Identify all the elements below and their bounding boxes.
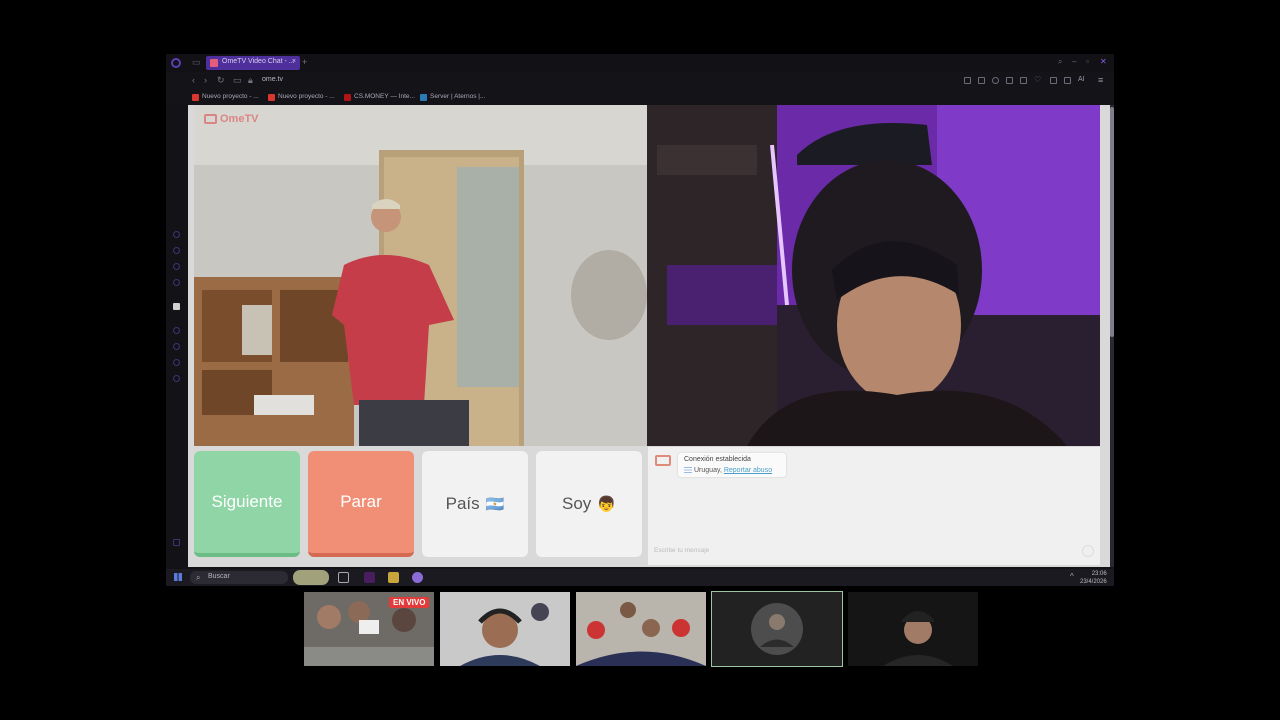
sidebar-twitch-icon[interactable] xyxy=(173,303,180,310)
url-field[interactable]: ome.tv xyxy=(262,76,283,83)
gender-button[interactable]: Soy 👦 xyxy=(536,451,642,557)
downloads-icon[interactable] xyxy=(1064,77,1071,84)
new-tab-icon[interactable]: + xyxy=(302,57,307,67)
heart-icon[interactable]: ♡ xyxy=(1034,75,1041,84)
tab-title: OmeTV Video Chat - ... xyxy=(222,58,295,65)
chat-input[interactable]: Escribe tu mensaje xyxy=(654,547,709,554)
menu-icon[interactable]: ≡ xyxy=(1098,75,1103,85)
boy-emoji-icon: 👦 xyxy=(597,496,616,513)
webcam-feed-3 xyxy=(576,592,706,666)
next-button[interactable]: Siguiente xyxy=(194,451,300,557)
opera-logo-icon[interactable] xyxy=(171,58,181,68)
tab-bar: ▭ OmeTV Video Chat - ... × + ⌕ – ▫ ✕ xyxy=(166,54,1114,72)
address-bar: ‹ › ↻ ▭ 🔒︎ ome.tv ♡ AI ≡ xyxy=(166,72,1114,90)
lock-icon[interactable]: 🔒︎ xyxy=(248,75,253,86)
uruguay-flag-icon xyxy=(684,467,692,474)
sidebar-settings-icon[interactable] xyxy=(173,375,180,382)
ai-button[interactable]: AI xyxy=(1078,76,1085,83)
app-taskbar-icon[interactable] xyxy=(412,572,423,583)
forward-icon[interactable]: › xyxy=(204,75,207,85)
ometv-page: OmeTV Siguiente Parar País 🇦🇷 Soy 👦 Cone… xyxy=(188,105,1110,567)
close-window-icon[interactable]: ✕ xyxy=(1100,57,1107,66)
tab-list-icon[interactable]: ▭ xyxy=(192,58,201,67)
ometv-logo-icon xyxy=(204,114,217,125)
close-tab-icon[interactable]: × xyxy=(292,58,296,65)
minimize-icon[interactable]: – xyxy=(1072,57,1076,66)
local-video-frame xyxy=(194,105,647,446)
ometv-logo: OmeTV xyxy=(204,113,259,125)
profile-icon[interactable] xyxy=(1050,77,1057,84)
send-icon[interactable] xyxy=(1082,545,1094,557)
task-view-icon[interactable] xyxy=(338,572,349,583)
remote-video-frame xyxy=(647,105,1100,446)
taskbar-search[interactable]: ⌕ Buscar xyxy=(190,571,288,584)
search-icon: ⌕ xyxy=(196,573,201,582)
windows-start-icon[interactable] xyxy=(174,573,182,581)
live-badge: EN VIVO xyxy=(389,597,430,608)
local-video: OmeTV xyxy=(194,105,647,446)
bookmarks-bar: Nuevo proyecto - ... Nuevo proyecto - ..… xyxy=(166,90,1114,105)
sidebar-more-icon[interactable] xyxy=(173,539,180,546)
taskbar: ⌕ Buscar ^ 23:06 23/4/2026 xyxy=(166,569,1114,586)
sidebar-messenger-icon[interactable] xyxy=(173,263,180,270)
back-icon[interactable]: ‹ xyxy=(192,75,195,85)
remote-video xyxy=(647,105,1100,446)
search-tabs-icon[interactable]: ⌕ xyxy=(1058,57,1062,67)
sidebar-bookmarks-icon[interactable] xyxy=(173,359,180,366)
opera-taskbar-icon[interactable] xyxy=(364,572,375,583)
taskbar-clock[interactable]: 23:06 23/4/2026 xyxy=(1080,570,1107,586)
webcam-feed-2 xyxy=(440,592,570,666)
webcam-tile xyxy=(576,592,706,666)
camera-permission-icon[interactable]: ▭ xyxy=(233,75,242,86)
report-abuse-link[interactable]: Reportar abuso xyxy=(724,467,772,474)
argentina-flag-icon: 🇦🇷 xyxy=(485,496,505,513)
webcam-feed-5 xyxy=(848,592,978,666)
webcam-tile xyxy=(440,592,570,666)
bookmark-item[interactable]: Server | Aternos |... xyxy=(420,93,485,102)
bookmark-item[interactable]: Nuevo proyecto - ... xyxy=(268,93,335,102)
connection-status: Conexión establecida xyxy=(684,456,751,463)
ometv-controls: Siguiente Parar País 🇦🇷 Soy 👦 xyxy=(194,451,648,563)
chat-panel: Conexión establecida Uruguay, Reportar a… xyxy=(648,447,1100,565)
extensions-icon[interactable] xyxy=(1006,77,1013,84)
webcam-tile: EN VIVO xyxy=(304,592,434,666)
sidebar-aria-icon[interactable] xyxy=(173,247,180,254)
sidebar-add-icon[interactable] xyxy=(173,327,180,334)
country-button[interactable]: País 🇦🇷 xyxy=(422,451,528,557)
tray-chevron-icon[interactable]: ^ xyxy=(1070,572,1074,581)
sidebar-refresh-icon[interactable] xyxy=(173,231,180,238)
browser-window: ▭ OmeTV Video Chat - ... × + ⌕ – ▫ ✕ ‹ ›… xyxy=(166,54,1114,586)
bookmark-item[interactable]: Nuevo proyecto - ... xyxy=(192,93,259,102)
connection-message: Conexión establecida Uruguay, Reportar a… xyxy=(678,453,786,477)
bookmark-favicon-icon xyxy=(192,94,199,101)
translate-icon[interactable] xyxy=(1020,77,1027,84)
webcam-tile-active xyxy=(711,591,843,667)
snapshot-icon[interactable] xyxy=(978,77,985,84)
scrollbar-thumb[interactable] xyxy=(1110,107,1114,337)
bookmark-favicon-icon xyxy=(344,94,351,101)
sidebar-history-icon[interactable] xyxy=(173,343,180,350)
sidebar-whatsapp-icon[interactable] xyxy=(173,279,180,286)
bookmark-favicon-icon xyxy=(268,94,275,101)
stop-button[interactable]: Parar xyxy=(308,451,414,557)
search-highlight-image xyxy=(293,570,329,585)
ometv-favicon-icon xyxy=(210,59,218,67)
reload-icon[interactable]: ↻ xyxy=(217,75,225,86)
ometv-chat-icon xyxy=(655,455,671,466)
tab-ometv[interactable]: OmeTV Video Chat - ... × xyxy=(206,56,300,70)
search-placeholder: Buscar xyxy=(208,573,230,580)
share-icon[interactable] xyxy=(964,77,971,84)
vpn-icon[interactable] xyxy=(992,77,999,84)
browser-sidebar xyxy=(166,105,188,569)
scrollbar[interactable] xyxy=(1110,105,1114,567)
partner-country: Uruguay, Reportar abuso xyxy=(684,467,772,474)
webcam-feed-4 xyxy=(712,592,842,666)
file-explorer-icon[interactable] xyxy=(388,572,399,583)
maximize-icon[interactable]: ▫ xyxy=(1086,57,1089,66)
webcam-strip: EN VIVO xyxy=(304,591,978,667)
bookmark-favicon-icon xyxy=(420,94,427,101)
webcam-tile xyxy=(848,592,978,666)
bookmark-item[interactable]: CS.MONEY — Inte... xyxy=(344,93,415,102)
